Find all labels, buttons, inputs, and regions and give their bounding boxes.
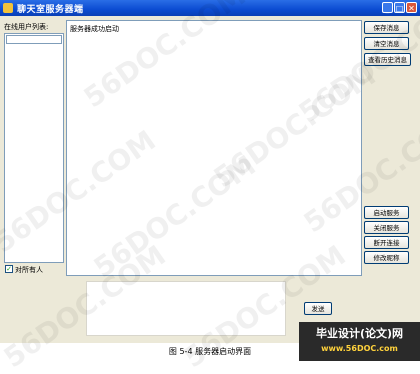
- stop-service-button[interactable]: 关闭服务: [364, 221, 409, 234]
- window-title: 聊天室服务器端: [17, 5, 84, 15]
- close-icon[interactable]: ✕: [406, 2, 417, 13]
- all-users-checkbox[interactable]: ✓: [5, 265, 13, 273]
- badge-title: 毕业设计(论文)网: [315, 327, 404, 340]
- disconnect-button[interactable]: 断开连接: [364, 236, 409, 249]
- online-users-label: 在线用户列表:: [4, 23, 49, 31]
- send-button[interactable]: 发送: [304, 302, 332, 315]
- maximize-icon[interactable]: □: [394, 2, 405, 13]
- message-line: 服务器成功启动: [70, 25, 119, 33]
- user-list-selection[interactable]: [6, 35, 62, 44]
- minimize-icon[interactable]: _: [382, 2, 393, 13]
- site-badge: 毕业设计(论文)网 www.56DOC.com: [299, 322, 420, 361]
- badge-url: www.56DOC.com: [321, 344, 398, 353]
- app-icon: [3, 3, 13, 13]
- start-service-button[interactable]: 启动服务: [364, 206, 409, 219]
- change-nickname-button[interactable]: 修改昵称: [364, 251, 409, 264]
- all-users-label: 对所有人: [15, 266, 43, 274]
